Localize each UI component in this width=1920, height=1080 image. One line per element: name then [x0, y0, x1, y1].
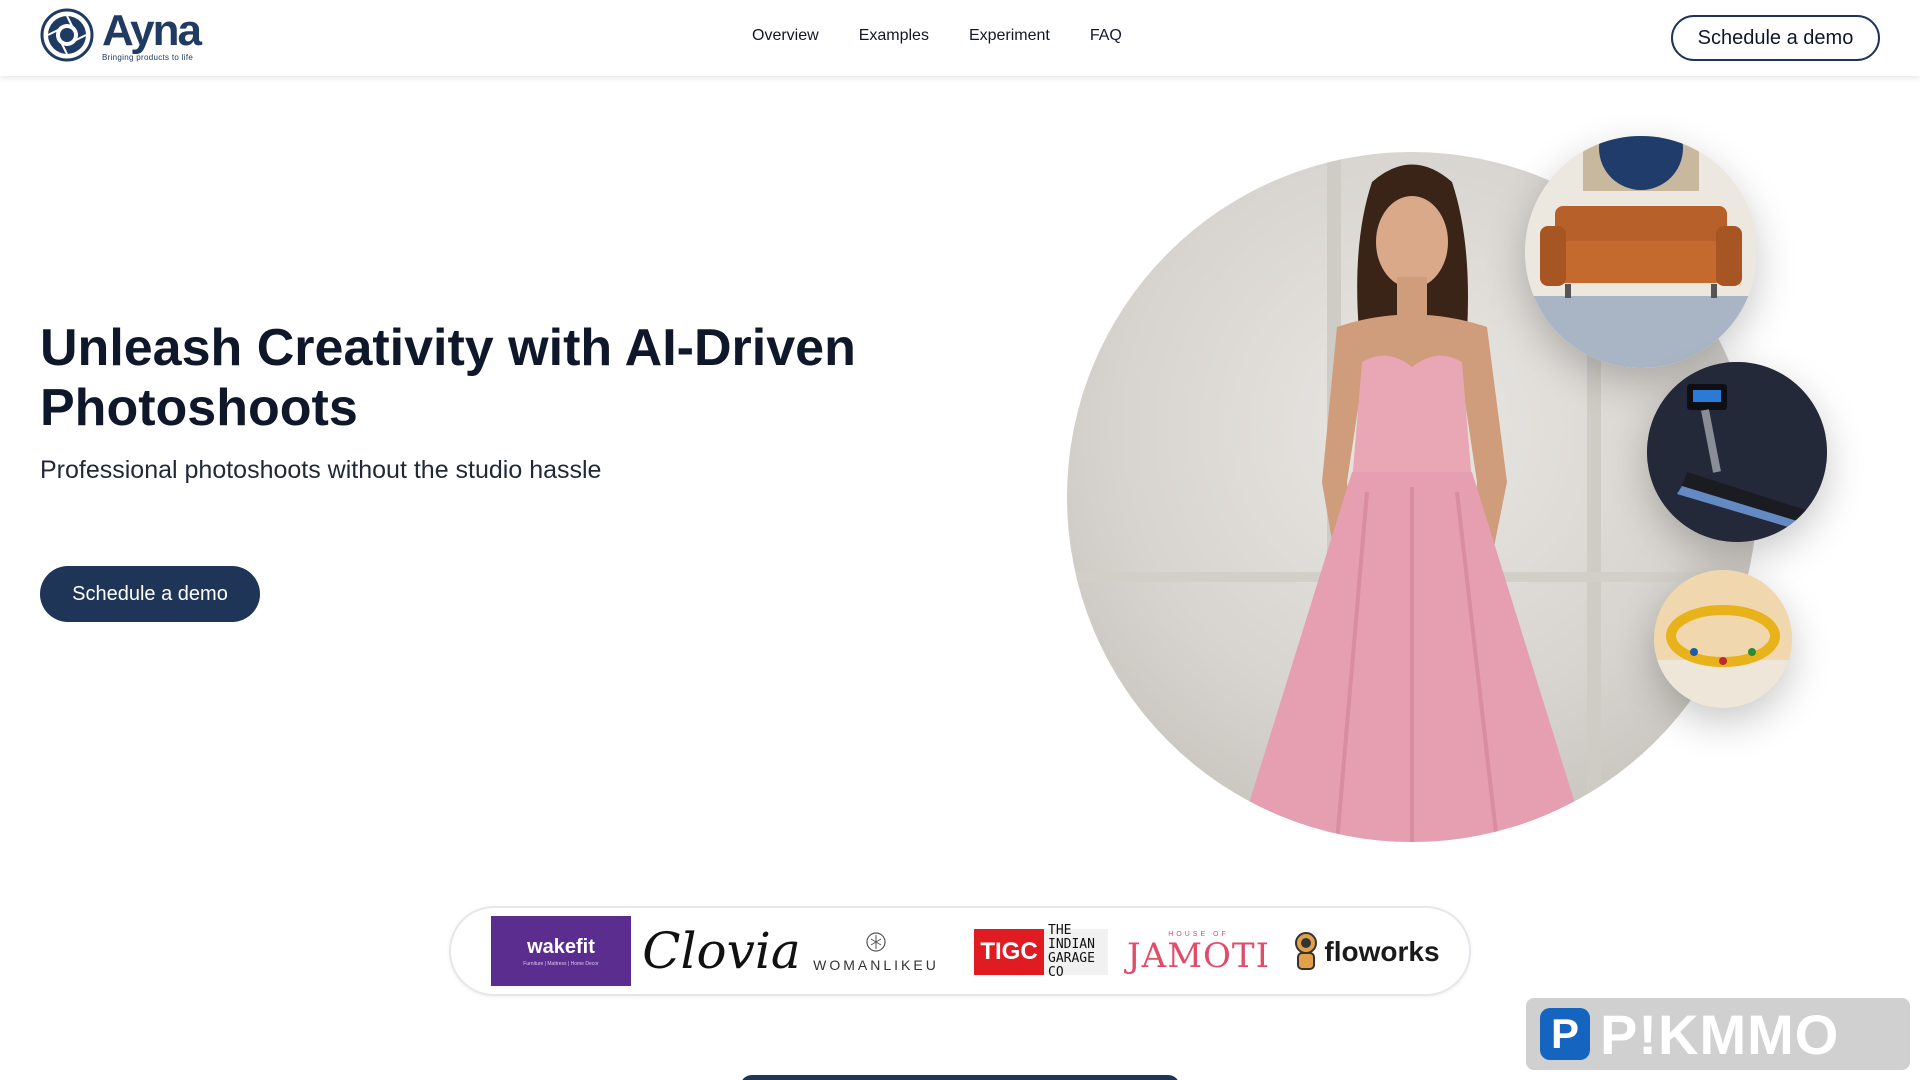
nav-examples[interactable]: Examples — [859, 27, 929, 45]
floworks-name: floworks — [1324, 936, 1440, 967]
brand-name: Ayna — [102, 5, 202, 55]
womanlikeu-emblem-icon — [866, 932, 886, 952]
sofa-thumbnail — [1525, 136, 1757, 368]
tigc-logo: TIGC THE INDIAN GARAGE CO — [971, 924, 1111, 980]
hero-subtitle: Professional photoshoots without the stu… — [40, 456, 602, 484]
clovia-logo: Clovia — [642, 922, 801, 980]
pikmmo-watermark: P P!KMMO — [1526, 998, 1910, 1070]
womanlikeu-logo: WOMANLIKEU — [811, 922, 941, 982]
logo-text: Ayna Bringing products to life — [102, 5, 202, 62]
brand-logos-strip: wakefit Furniture | Mattress | Home Deco… — [449, 906, 1471, 996]
header-schedule-demo-button[interactable]: Schedule a demo — [1671, 15, 1880, 61]
tigc-long: THE INDIAN GARAGE CO — [1044, 924, 1108, 980]
sofa-illustration — [1525, 136, 1757, 368]
astronaut-icon — [1295, 932, 1318, 970]
main-nav: Overview Examples Experiment FAQ — [752, 27, 1122, 45]
wakefit-name: wakefit — [527, 935, 595, 958]
jamoti-logo: HOUSE OF JAMOTI — [1127, 920, 1269, 984]
hero-title: Unleash Creativity with AI-Driven Photos… — [40, 319, 856, 437]
womanlikeu-name: WOMANLIKEU — [813, 957, 939, 973]
jamoti-name: JAMOTI — [1127, 935, 1270, 976]
site-header: Ayna Bringing products to life Overview … — [0, 0, 1920, 76]
ayna-logo[interactable]: Ayna Bringing products to life — [40, 5, 202, 62]
treadmill-thumbnail — [1647, 362, 1827, 542]
brand-tagline: Bringing products to life — [102, 52, 194, 62]
hero-schedule-demo-button[interactable]: Schedule a demo — [40, 566, 260, 622]
nav-overview[interactable]: Overview — [752, 27, 819, 45]
treadmill-illustration — [1647, 362, 1827, 542]
tigc-short: TIGC — [974, 929, 1044, 975]
nav-experiment[interactable]: Experiment — [969, 27, 1050, 45]
wakefit-sub: Furniture | Mattress | Home Decor — [523, 960, 599, 967]
next-section-element — [740, 1075, 1180, 1080]
aperture-logo-icon — [40, 8, 94, 62]
bangle-thumbnail — [1654, 570, 1792, 708]
watermark-text: P!KMMO — [1600, 1002, 1840, 1066]
wakefit-logo: wakefit Furniture | Mattress | Home Deco… — [491, 916, 631, 986]
floworks-logo: floworks — [1291, 924, 1441, 980]
bangle-illustration — [1654, 570, 1792, 708]
nav-faq[interactable]: FAQ — [1090, 27, 1122, 45]
watermark-p-icon: P — [1540, 1008, 1590, 1060]
